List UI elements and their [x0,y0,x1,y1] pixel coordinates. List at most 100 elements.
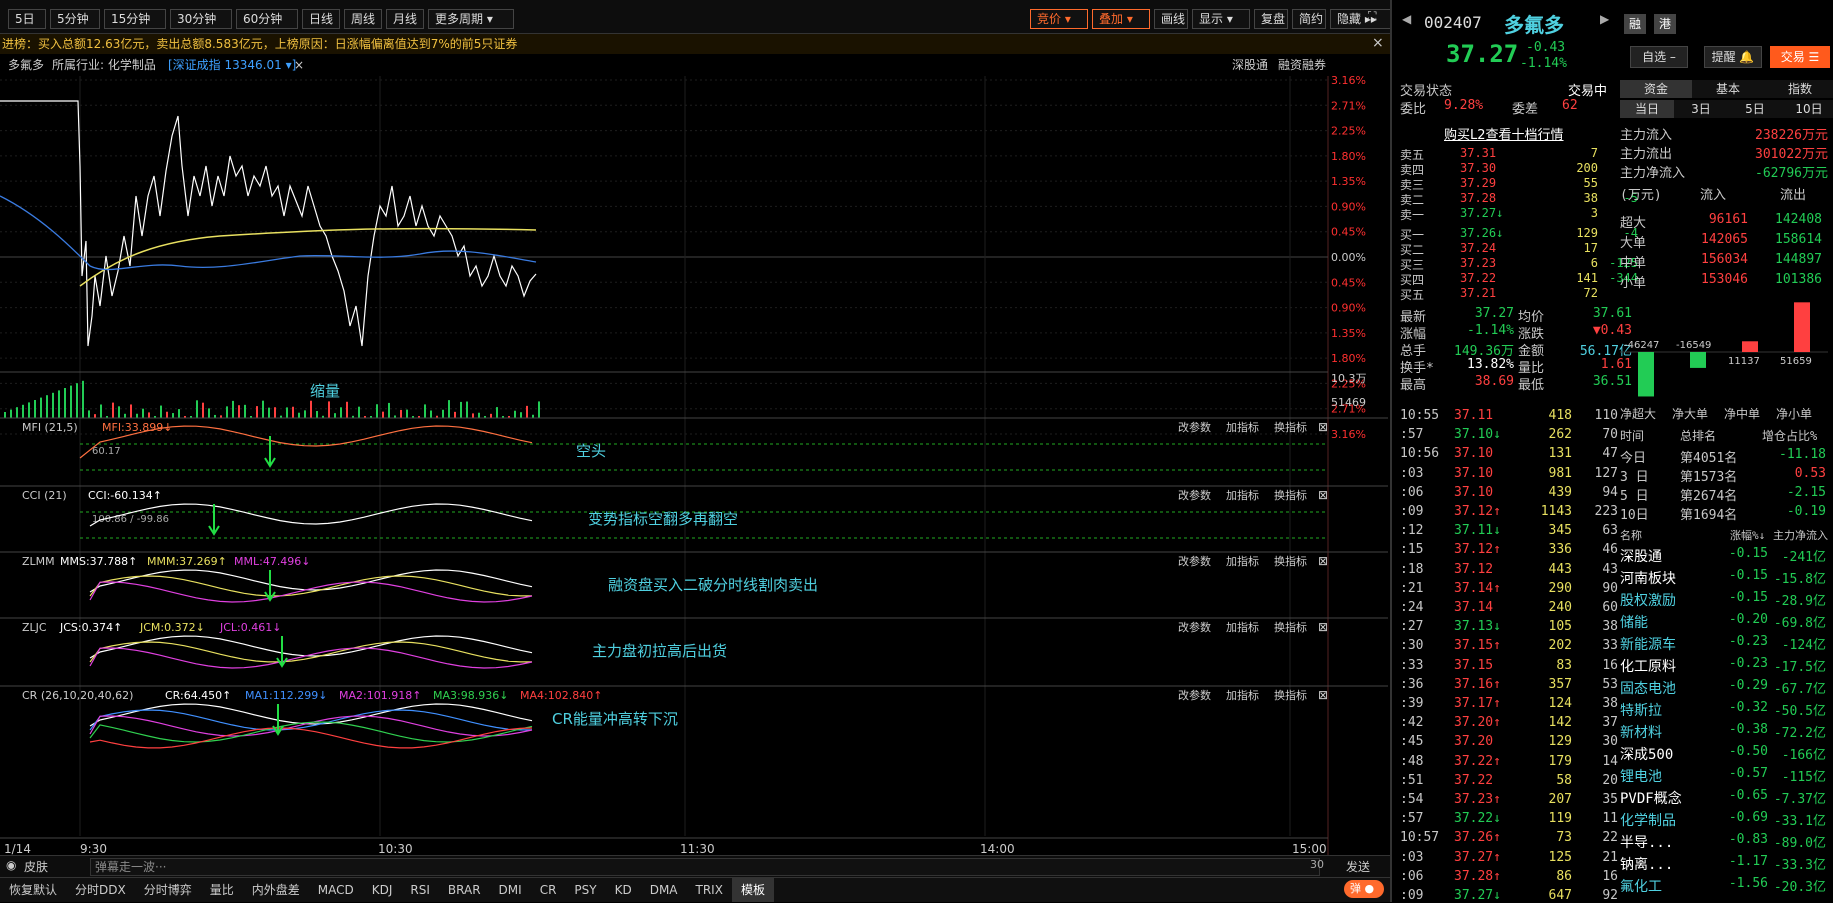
period-4[interactable]: 60分钟 [236,9,298,29]
day-tab-3[interactable]: 10日 [1782,100,1833,118]
tab-1[interactable]: 分时DDX [66,878,135,902]
period-8[interactable]: 更多周期 ▾ [428,9,514,29]
period-5[interactable]: 日线 [302,9,340,29]
tool-0[interactable]: 竞价 ▾ [1030,9,1088,29]
net-flow-bar-label: 51659 [1780,356,1812,367]
hk-badge[interactable]: 港 [1654,14,1676,34]
period-2[interactable]: 15分钟 [104,9,166,29]
link-shen-gu-tong[interactable]: 深股通 [1232,54,1268,76]
volume-bar [16,407,18,418]
fund-tab-2[interactable]: 指数 [1764,80,1833,98]
fund-out: 101386 [1758,272,1822,287]
tool-2[interactable]: 画线 [1154,9,1188,29]
pane-button[interactable]: 改参数 [1178,488,1211,502]
pane-button[interactable]: 改参数 [1178,688,1211,702]
pane-button[interactable]: 改参数 [1178,420,1211,434]
sector-pct: -0.15 [1716,568,1768,583]
sector-flow: -28.9亿 [1764,590,1826,609]
day-tab-0[interactable]: 当日 [1620,100,1674,118]
tab-13[interactable]: DMA [641,878,687,902]
volume-bar [40,398,42,418]
tab-10[interactable]: CR [531,878,566,902]
pane-close-icon[interactable]: ⊠ [1318,488,1328,502]
prev-stock-icon[interactable]: ◀ [1402,12,1411,26]
sector-name: 氟化工 [1620,876,1662,896]
tab-0[interactable]: 恢复默认 [0,878,66,902]
pane-close-icon[interactable]: ⊠ [1318,554,1328,568]
period-3[interactable]: 30分钟 [170,9,232,29]
tool-1[interactable]: 叠加 ▾ [1092,9,1150,29]
pane-button[interactable]: 加指标 [1226,554,1259,568]
tab-3[interactable]: 量比 [201,878,243,902]
index-label[interactable]: [深证成指 13346.01 ▾] [168,54,296,76]
vol-axis-mid: 51469 [1331,396,1366,409]
pane-button[interactable]: 改参数 [1178,554,1211,568]
fund-tab-0[interactable]: 资金 [1620,80,1692,98]
skin-icon[interactable]: ◉ [6,858,16,872]
period-6[interactable]: 周线 [344,9,382,29]
day-tab-2[interactable]: 5日 [1728,100,1782,118]
volume-bar [346,402,348,418]
pane-close-icon[interactable]: ⊠ [1318,420,1328,434]
bid-vol: 6 [1558,256,1598,270]
trade-button[interactable]: 交易 ☰ [1770,46,1830,68]
period-7[interactable]: 月线 [386,9,424,29]
tab-14[interactable]: TRIX [687,878,732,902]
pane-button[interactable]: 加指标 [1226,620,1259,634]
expand-icon[interactable]: ⛶ [1368,9,1376,24]
pane-button[interactable]: 换指标 [1274,554,1307,568]
period-0[interactable]: 5日 [8,9,46,29]
tab-15[interactable]: 模板 [732,878,774,902]
pane-button[interactable]: 改参数 [1178,620,1211,634]
alert-button[interactable]: 提醒 🔔 [1704,46,1762,68]
pane-button[interactable]: 加指标 [1226,488,1259,502]
danmu-input[interactable]: 弹幕走一波··· [90,858,1320,876]
margin-badge[interactable]: 融 [1624,14,1646,34]
tab-6[interactable]: KDJ [363,878,402,902]
pane-button[interactable]: 换指标 [1274,620,1307,634]
period-1[interactable]: 5分钟 [50,9,100,29]
pane-close-icon[interactable]: ⊠ [1318,688,1328,702]
tool-5[interactable]: 简约 [1292,9,1326,29]
tab-8[interactable]: BRAR [439,878,490,902]
net-flow-bar-label: -46247 [1624,340,1659,351]
next-stock-icon[interactable]: ▶ [1600,12,1609,26]
ticker-close-icon[interactable]: × [1372,35,1384,51]
tab-11[interactable]: PSY [565,878,605,902]
tick-time: :57 [1400,811,1423,826]
tab-4[interactable]: 内外盘差 [243,878,309,902]
rank-pos: 第1573名 [1680,466,1737,485]
pane-button[interactable]: 加指标 [1226,688,1259,702]
pane-button[interactable]: 换指标 [1274,688,1307,702]
sector-flow: -33.3亿 [1764,854,1826,873]
l2-link[interactable]: 购买L2查看十档行情 [1444,124,1564,143]
industry-label[interactable]: 所属行业: 化学制品 [52,54,156,76]
pane-value: MA4:102.840↑ [520,689,602,702]
pane-close-icon[interactable]: ⊠ [1318,620,1328,634]
flow-value: 238226万元 [1732,124,1828,143]
tab-12[interactable]: KD [606,878,641,902]
tool-4[interactable]: 复盘 [1254,9,1288,29]
pane-button[interactable]: 换指标 [1274,420,1307,434]
tab-5[interactable]: MACD [309,878,363,902]
day-tab-1[interactable]: 3日 [1674,100,1728,118]
watchlist-button[interactable]: 自选 – [1630,46,1688,68]
pane-title: ZLJC [22,621,47,634]
indicator-line [90,576,532,596]
link-margin[interactable]: 融资融券 [1278,54,1326,76]
intraday-chart[interactable]: 3.16% 2.71% 2.25% 1.80% 1.35% 0.90% 0.45% 0.00%… [0,76,1390,855]
pane-button[interactable]: 换指标 [1274,488,1307,502]
pane-button[interactable]: 加指标 [1226,420,1259,434]
sector-pct: -0.50 [1716,744,1768,759]
ask-price: 37.27↓ [1460,206,1503,220]
tool-3[interactable]: 显示 ▾ [1192,9,1250,29]
volume-bar [310,401,312,418]
send-button[interactable]: 发送 [1346,858,1370,875]
tab-9[interactable]: DMI [490,878,531,902]
tab-2[interactable]: 分时博弈 [135,878,201,902]
skin-button[interactable]: 皮肤 [24,858,48,875]
danmu-toggle[interactable]: 弹 ● [1344,880,1384,898]
tab-7[interactable]: RSI [401,878,439,902]
fund-tab-1[interactable]: 基本 [1692,80,1764,98]
index-close-icon[interactable]: × [294,54,304,76]
